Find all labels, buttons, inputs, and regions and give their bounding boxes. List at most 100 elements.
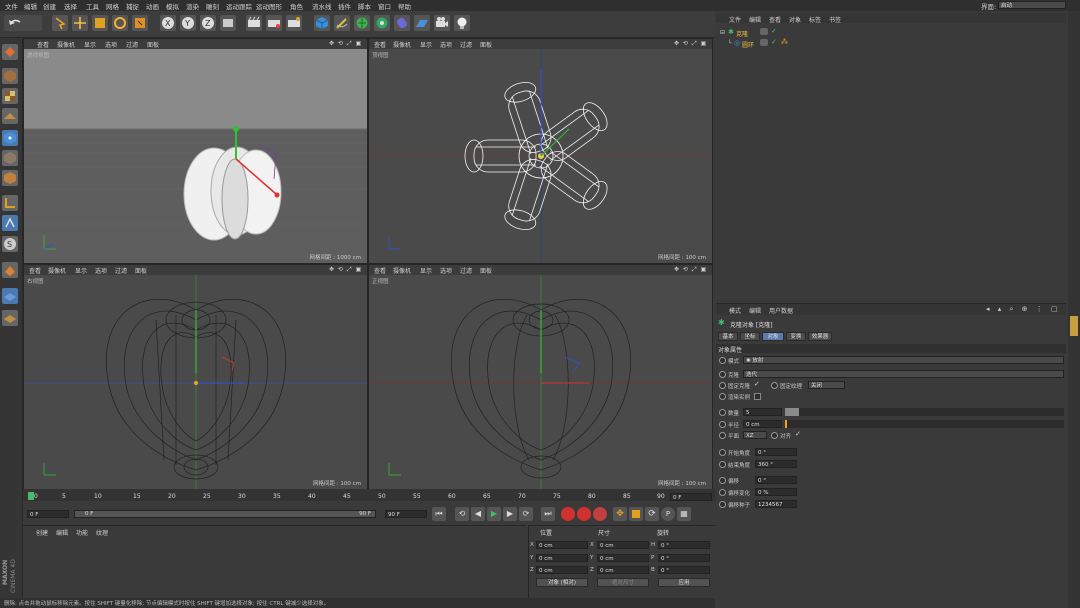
tab-basic[interactable]: 基本 [718, 332, 738, 341]
record-keys-icon[interactable] [561, 507, 575, 521]
offset-radio[interactable] [719, 477, 726, 484]
menu-file[interactable]: 文件 [5, 1, 18, 11]
viewport-nav-icons[interactable]: ✥ ⟲ ⤢ ▣ [329, 266, 362, 274]
viewport-right[interactable]: 查看 摄像机 显示 选项 过滤 面板 ✥ ⟲ ⤢ ▣ 右视图 网格间距 : 10… [23, 264, 368, 490]
grid-lock-icon[interactable] [2, 310, 18, 326]
tweak-mode-icon[interactable] [2, 215, 18, 231]
snap-icon[interactable]: S [2, 236, 18, 252]
make-editable-icon[interactable] [2, 44, 18, 60]
am-menu-mode[interactable]: 模式 [729, 306, 741, 315]
count-radio[interactable] [719, 409, 726, 416]
clone-select[interactable]: 迭代 [743, 370, 1064, 378]
size-x-field[interactable]: 0 cm [597, 541, 649, 549]
subdivision-icon[interactable] [354, 15, 370, 31]
play-icon[interactable]: ▶ [487, 507, 501, 521]
x-axis-lock-icon[interactable]: X [160, 15, 176, 31]
object-row-torus[interactable]: └ ◎ 圆环 ✓ ⁂ [718, 38, 798, 49]
render-settings-icon[interactable] [286, 15, 302, 31]
menu-select[interactable]: 选择 [64, 1, 77, 11]
scale-key-icon[interactable] [629, 507, 643, 521]
menu-simulate[interactable]: 模拟 [166, 1, 179, 11]
render-instance-checkbox[interactable] [754, 393, 761, 400]
viewport-menu-camera[interactable]: 摄像机 [48, 266, 66, 275]
menu-mograph[interactable]: 运动图形 [256, 1, 282, 11]
count-field[interactable]: 5 [743, 408, 782, 416]
am-menu-edit[interactable]: 编辑 [749, 306, 761, 315]
keyframe-selection-icon[interactable] [593, 507, 607, 521]
go-to-start-icon[interactable]: ⏮ [432, 507, 446, 521]
radius-field[interactable]: 0 cm [743, 420, 782, 428]
viewport-menu-panel[interactable]: 面板 [480, 266, 492, 275]
cube-icon[interactable] [314, 15, 330, 31]
polygons-mode-icon[interactable] [2, 170, 18, 186]
axis-mode-icon[interactable] [2, 195, 18, 211]
tab-object[interactable]: 对象 [762, 332, 784, 341]
offset-field[interactable]: 0 ° [755, 476, 797, 484]
camera-icon[interactable] [434, 15, 450, 31]
prev-frame-icon[interactable]: ◀ [471, 507, 485, 521]
z-axis-lock-icon[interactable]: Z [200, 15, 216, 31]
preview-range-slider[interactable]: 0 F 90 F [74, 510, 376, 518]
offset-seed-radio[interactable] [719, 501, 726, 508]
om-menu-objects[interactable]: 对象 [789, 15, 801, 24]
move-icon[interactable] [72, 15, 88, 31]
viewport-menu-view[interactable]: 查看 [37, 40, 49, 49]
undo-button[interactable] [4, 15, 42, 31]
offset-seed-field[interactable]: 1234567 [755, 500, 797, 508]
viewport-menu-options[interactable]: 选项 [95, 266, 107, 275]
scale-icon[interactable] [92, 15, 108, 31]
tag-icon[interactable]: ⁂ [781, 38, 788, 46]
end-frame-field[interactable]: 90 F [385, 510, 427, 518]
om-menu-bookmarks[interactable]: 书签 [829, 15, 841, 24]
om-menu-file[interactable]: 文件 [729, 15, 741, 24]
radius-radio[interactable] [719, 421, 726, 428]
menu-character[interactable]: 角色 [290, 1, 303, 11]
mm-menu-function[interactable]: 功能 [76, 528, 88, 537]
live-select-icon[interactable] [52, 15, 68, 31]
menu-create[interactable]: 创建 [43, 1, 56, 11]
viewport-nav-icons[interactable]: ✥ ⟲ ⤢ ▣ [674, 40, 707, 48]
menu-mesh[interactable]: 网格 [106, 1, 119, 11]
rotation-p-field[interactable]: 0 ° [658, 554, 710, 562]
align-checkbox[interactable]: ✓ [795, 430, 801, 438]
next-key-icon[interactable]: ⟳ [519, 507, 533, 521]
expand-icon[interactable]: ⊟ [720, 29, 725, 36]
menu-help[interactable]: 帮助 [398, 1, 411, 11]
menu-motion-tracking[interactable]: 运动跟踪 [226, 1, 252, 11]
menu-animate[interactable]: 动画 [146, 1, 159, 11]
mm-menu-texture[interactable]: 纹理 [96, 528, 108, 537]
am-nav-icons[interactable]: ◂ ▴ ⌕ ⊕ ⋮ ▢ [986, 305, 1061, 314]
plane-select[interactable]: XZ [743, 431, 767, 439]
grid-icon[interactable] [2, 288, 18, 304]
coord-mode-select[interactable]: 对象 (相对) [536, 578, 588, 587]
menu-render[interactable]: 渲染 [186, 1, 199, 11]
apply-button[interactable]: 应用 [658, 578, 710, 587]
next-frame-icon[interactable]: ▶ [503, 507, 517, 521]
viewport-menu-display[interactable]: 显示 [420, 40, 432, 49]
texture-mode-icon[interactable] [2, 88, 18, 104]
rotate-icon[interactable] [112, 15, 128, 31]
position-y-field[interactable]: 0 cm [536, 554, 588, 562]
viewport-menu-camera[interactable]: 摄像机 [57, 40, 75, 49]
workplane-icon[interactable] [2, 108, 18, 124]
enabled-check-icon[interactable]: ✓ [771, 27, 777, 35]
coordinate-system-icon[interactable] [220, 15, 236, 31]
mode-select[interactable]: ✺ 放射 [743, 356, 1064, 364]
viewport-menu-filter[interactable]: 过滤 [460, 40, 472, 49]
viewport-menu-display[interactable]: 显示 [84, 40, 96, 49]
size-y-field[interactable]: 0 cm [597, 554, 649, 562]
menu-tools[interactable]: 工具 [86, 1, 99, 11]
current-frame-field[interactable]: 0 F [670, 493, 712, 501]
viewport-front[interactable]: 查看 摄像机 显示 选项 过滤 面板 ✥ ⟲ ⤢ ▣ 正视图 网格间距 : 10… [368, 264, 713, 490]
point-level-key-icon[interactable]: ▦ [677, 507, 691, 521]
menu-snap[interactable]: 捕捉 [126, 1, 139, 11]
om-menu-tags[interactable]: 标签 [809, 15, 821, 24]
menu-pipeline[interactable]: 流水线 [312, 1, 332, 11]
workplane-lock-icon[interactable] [2, 262, 18, 278]
viewport-top[interactable]: 查看 摄像机 显示 选项 过滤 面板 ✥ ⟲ ⤢ ▣ 顶视图 网格间距: 10… [368, 38, 713, 264]
parameter-key-icon[interactable]: P [661, 507, 675, 521]
light-icon[interactable] [454, 15, 470, 31]
edges-mode-icon[interactable] [2, 150, 18, 166]
radius-slider[interactable] [785, 420, 1064, 428]
deformer-icon[interactable] [394, 15, 410, 31]
